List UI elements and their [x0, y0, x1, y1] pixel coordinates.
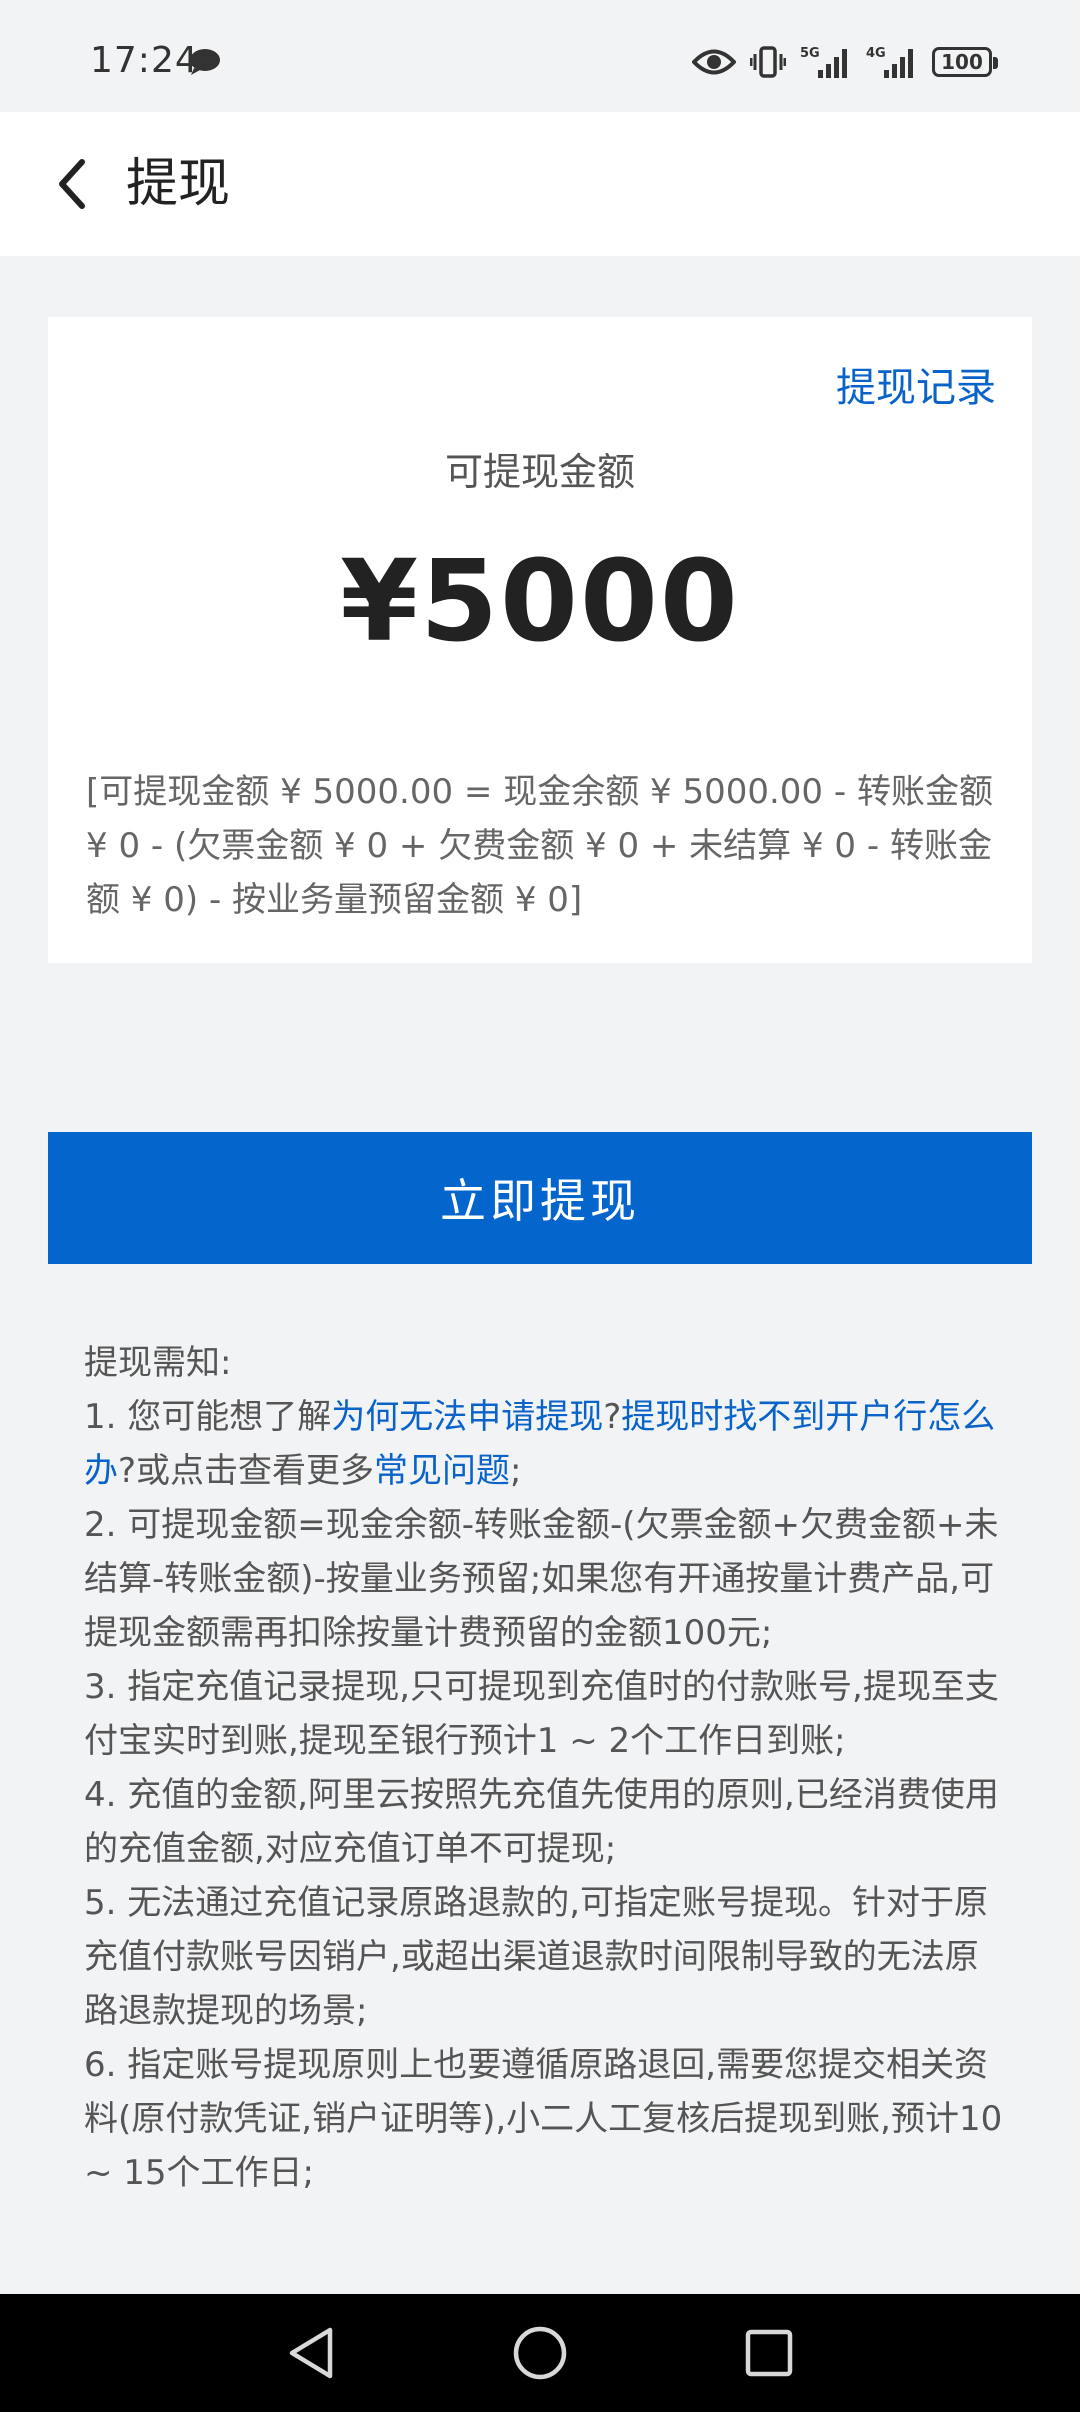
- notice-item-6: 6. 指定账号提现原则上也要遵循原路退回,需要您提交相关资料(原付款凭证,销户证…: [84, 2045, 1003, 2193]
- notice-item-3: 3. 指定充值记录提现,只可提现到充值时的付款账号,提现至支付宝实时到账,提现至…: [84, 1667, 999, 1761]
- chevron-left-icon: [59, 159, 85, 209]
- notice-item-1-prefix: 1. 您可能想了解: [84, 1397, 332, 1437]
- balance-formula: [可提现金额 ¥ 5000.00 = 现金余额 ¥ 5000.00 - 转账金额…: [86, 772, 993, 920]
- balance-card: 提现记录 可提现金额 ¥5000 [可提现金额 ¥ 5000.00 = 现金余额…: [48, 317, 1032, 963]
- notice-title: 提现需知:: [84, 1343, 232, 1383]
- notice-item-2: 2. 可提现金额=现金余额-转账金额-(欠票金额+欠费金额+未结算-转账金额)-…: [84, 1505, 999, 1653]
- notice-item-1-end: ;: [510, 1451, 522, 1491]
- signal-5g-icon: 5G: [800, 44, 852, 80]
- status-time: 17:24: [90, 40, 199, 81]
- battery-icon: 100: [932, 47, 998, 77]
- notice-item-1: 1. 您可能想了解为何无法申请提现?提现时找不到开户行怎么办?或点击查看更多常见…: [84, 1390, 1004, 1498]
- page-title: 提现: [126, 154, 231, 214]
- back-button[interactable]: [36, 148, 108, 220]
- notice-item-1-sep: ?: [603, 1397, 622, 1437]
- notice-item-4: 4. 充值的金额,阿里云按照先充值先使用的原则,已经消费使用的充值金额,对应充值…: [84, 1775, 999, 1869]
- withdraw-now-button[interactable]: 立即提现: [48, 1132, 1032, 1264]
- triangle-back-icon: [289, 2327, 333, 2379]
- app-header: 提现: [0, 112, 1080, 256]
- network-5g-label: 5G: [800, 46, 820, 61]
- faq-link[interactable]: 常见问题: [374, 1451, 510, 1491]
- nav-home-button[interactable]: [505, 2318, 575, 2388]
- status-bar: 17:24 5G 4G 100: [0, 0, 1080, 112]
- notice-item-1-mid: ?或点击查看更多: [118, 1451, 375, 1491]
- signal-4g-icon: 4G: [866, 44, 918, 80]
- network-4g-label: 4G: [866, 46, 886, 61]
- nav-recents-button[interactable]: [734, 2318, 804, 2388]
- balance-amount: ¥5000: [340, 537, 740, 667]
- system-navigation-bar: [0, 2294, 1080, 2412]
- status-icons: 5G 4G 100: [692, 40, 998, 84]
- withdraw-notice: 提现需知: 1. 您可能想了解为何无法申请提现?提现时找不到开户行怎么办?或点击…: [84, 1336, 1004, 2200]
- eye-icon: [692, 47, 736, 77]
- nav-back-button[interactable]: [276, 2318, 346, 2388]
- vibrate-icon: [750, 44, 786, 80]
- balance-label: 可提现金额: [444, 450, 635, 494]
- withdraw-record-link[interactable]: 提现记录: [836, 355, 996, 413]
- notice-item-5: 5. 无法通过充值记录原路退款的,可指定账号提现。针对于原充值付款账号因销户,或…: [84, 1883, 989, 2031]
- square-recents-icon: [745, 2329, 793, 2377]
- why-cannot-withdraw-link[interactable]: 为何无法申请提现: [331, 1397, 603, 1437]
- circle-home-icon: [513, 2326, 567, 2380]
- chat-bubble-icon: [188, 48, 222, 76]
